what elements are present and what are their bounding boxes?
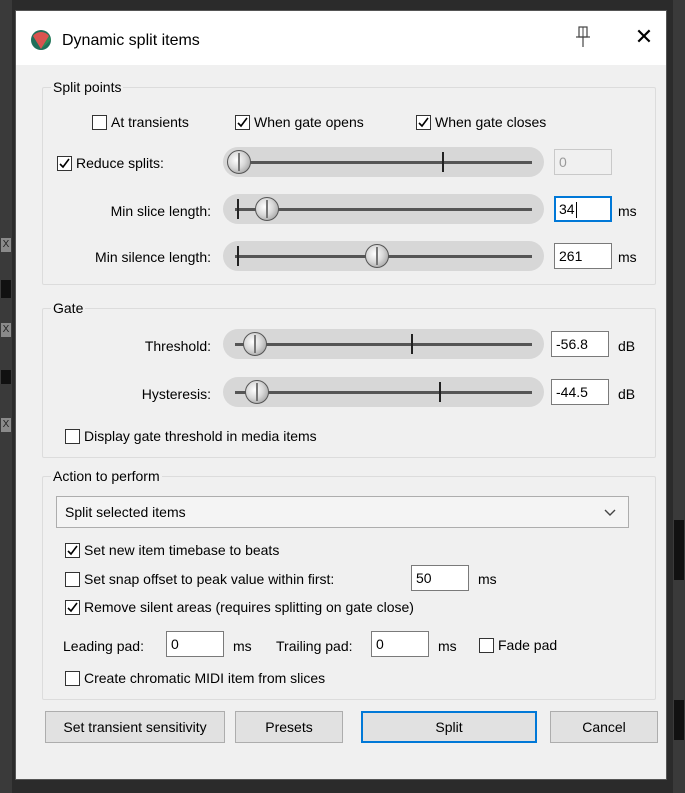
background-track-panel-right	[673, 0, 685, 793]
checkbox-box[interactable]	[65, 428, 80, 444]
split-points-title: Split points	[51, 79, 124, 95]
remove-silent-label: Remove silent areas (requires splitting …	[84, 599, 414, 615]
fade-pad-label: Fade pad	[498, 637, 558, 653]
pin-icon[interactable]	[574, 25, 592, 49]
checkbox-box[interactable]	[57, 155, 72, 171]
remove-silent-checkbox[interactable]: Remove silent areas (requires splitting …	[65, 599, 414, 615]
background-waveform	[674, 700, 684, 740]
set-transient-sensitivity-button[interactable]: Set transient sensitivity	[45, 711, 225, 743]
min-silence-length-slider[interactable]	[223, 241, 544, 271]
dynamic-split-dialog: Dynamic split items ✕ Split points At tr…	[15, 10, 667, 780]
background-waveform	[674, 520, 684, 580]
check-icon	[67, 545, 78, 555]
action-select[interactable]: Split selected items	[56, 496, 629, 528]
min-slice-length-unit: ms	[618, 203, 637, 219]
split-button[interactable]: Split	[361, 711, 537, 743]
checkbox-box[interactable]	[479, 637, 494, 653]
trailing-pad-unit: ms	[438, 638, 457, 654]
action-title: Action to perform	[51, 468, 162, 484]
trailing-pad-field[interactable]: 0	[371, 631, 429, 657]
slider-knob[interactable]	[255, 197, 279, 221]
min-slice-length-label: Min slice length:	[110, 203, 211, 219]
slider-knob[interactable]	[245, 380, 269, 404]
dialog-title: Dynamic split items	[62, 32, 200, 49]
leading-pad-unit: ms	[233, 638, 252, 654]
slider-tick	[439, 382, 441, 402]
hysteresis-field[interactable]: -44.5	[551, 379, 609, 405]
background-track-panel-left	[0, 0, 12, 793]
slider-knob[interactable]	[243, 332, 267, 356]
slider-knob[interactable]	[227, 150, 251, 174]
gate-title: Gate	[51, 300, 86, 316]
check-icon	[59, 158, 70, 168]
chevron-down-icon	[604, 509, 616, 516]
chromatic-midi-checkbox[interactable]: Create chromatic MIDI item from slices	[65, 670, 325, 686]
background-track-mark: X	[1, 238, 11, 252]
min-silence-length-unit: ms	[618, 249, 637, 265]
threshold-slider[interactable]	[223, 329, 544, 359]
display-gate-threshold-label: Display gate threshold in media items	[84, 428, 317, 444]
leading-pad-field[interactable]: 0	[166, 631, 224, 657]
background-track-mark: X	[1, 323, 11, 337]
display-gate-threshold-checkbox[interactable]: Display gate threshold in media items	[65, 428, 317, 444]
cancel-button[interactable]: Cancel	[550, 711, 658, 743]
title-bar: Dynamic split items ✕	[16, 11, 666, 65]
reduce-splits-checkbox[interactable]: Reduce splits:	[57, 155, 164, 171]
leading-pad-label: Leading pad:	[63, 638, 144, 654]
timebase-beats-checkbox[interactable]: Set new item timebase to beats	[65, 542, 279, 558]
threshold-unit: dB	[618, 338, 636, 354]
check-icon	[418, 117, 429, 127]
when-gate-opens-checkbox[interactable]: When gate opens	[235, 114, 364, 130]
presets-button[interactable]: Presets	[235, 711, 343, 743]
background-waveform	[1, 370, 11, 384]
threshold-label: Threshold:	[144, 338, 211, 354]
reduce-splits-slider[interactable]	[223, 147, 544, 177]
min-slice-length-value: 34	[559, 201, 575, 217]
timebase-beats-label: Set new item timebase to beats	[84, 542, 280, 558]
hysteresis-slider[interactable]	[223, 377, 544, 407]
at-transients-label: At transients	[111, 114, 189, 130]
min-silence-length-field[interactable]: 261	[554, 243, 612, 269]
threshold-field[interactable]: -56.8	[551, 331, 609, 357]
at-transients-checkbox[interactable]: At transients	[92, 114, 189, 130]
check-icon	[67, 602, 78, 612]
checkbox-box[interactable]	[65, 599, 80, 615]
when-gate-closes-label: When gate closes	[435, 114, 547, 130]
slider-tick	[237, 199, 239, 219]
min-slice-length-slider[interactable]	[223, 194, 544, 224]
slider-knob[interactable]	[365, 244, 389, 268]
hysteresis-label: Hysteresis:	[141, 386, 211, 402]
fade-pad-checkbox[interactable]: Fade pad	[479, 637, 557, 653]
reduce-splits-label: Reduce splits:	[76, 155, 164, 171]
slider-tick	[237, 246, 239, 266]
slider-tick	[442, 152, 444, 172]
snap-offset-field[interactable]: 50	[411, 565, 469, 591]
checkbox-box[interactable]	[92, 114, 107, 130]
min-slice-length-field[interactable]: 34	[554, 196, 612, 222]
check-icon	[237, 117, 248, 127]
checkbox-box[interactable]	[416, 114, 431, 130]
trailing-pad-label: Trailing pad:	[276, 638, 353, 654]
min-silence-length-label: Min silence length:	[95, 249, 211, 265]
checkbox-box[interactable]	[65, 571, 80, 587]
close-icon[interactable]: ✕	[634, 26, 654, 48]
checkbox-box[interactable]	[235, 114, 250, 130]
when-gate-closes-checkbox[interactable]: When gate closes	[416, 114, 546, 130]
slider-tick	[411, 334, 413, 354]
hysteresis-unit: dB	[618, 386, 636, 402]
background-track-mark: X	[1, 418, 11, 432]
action-select-value: Split selected items	[65, 504, 186, 520]
snap-offset-checkbox[interactable]: Set snap offset to peak value within fir…	[65, 571, 334, 587]
chromatic-midi-label: Create chromatic MIDI item from slices	[84, 670, 326, 686]
reaper-logo-icon	[31, 30, 51, 50]
background-waveform	[1, 280, 11, 298]
when-gate-opens-label: When gate opens	[254, 114, 364, 130]
snap-offset-unit: ms	[478, 571, 497, 587]
reduce-splits-field[interactable]: 0	[554, 149, 612, 175]
checkbox-box[interactable]	[65, 542, 80, 558]
checkbox-box[interactable]	[65, 670, 80, 686]
snap-offset-label: Set snap offset to peak value within fir…	[84, 571, 335, 587]
